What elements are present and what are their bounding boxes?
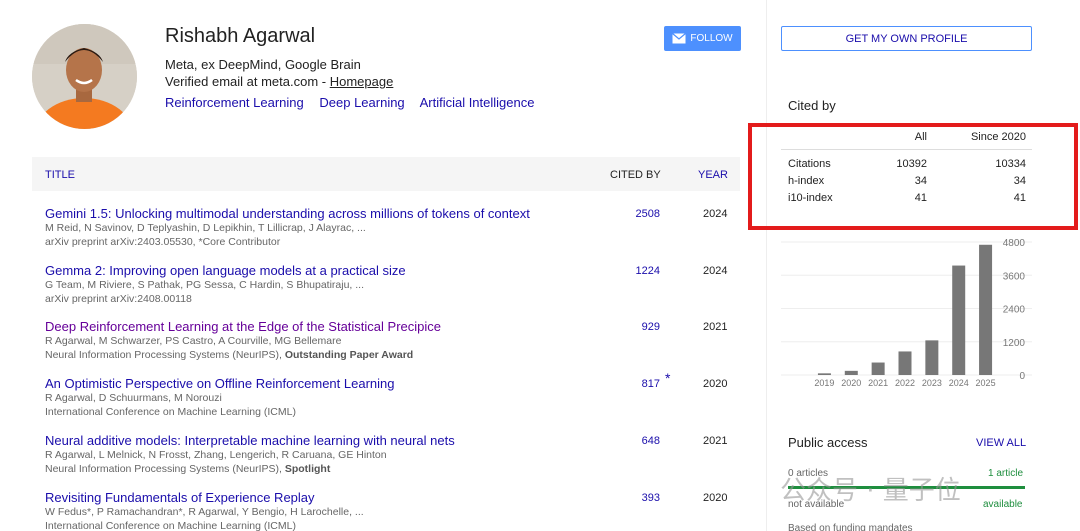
follow-button[interactable]: FOLLOW — [664, 26, 741, 51]
affiliation: Meta, ex DeepMind, Google Brain — [165, 57, 361, 72]
cited-count[interactable]: 648 — [620, 435, 660, 447]
table-row: Gemini 1.5: Unlocking multimodal underst… — [45, 206, 740, 262]
public-access-title: Public access — [788, 435, 868, 450]
y-tick-label: 4800 — [1003, 238, 1026, 249]
x-tick-label: 2020 — [841, 378, 861, 388]
citations-per-year-chart: 4800 3600 2400 1200 0 2019 2020 2021 2022 2023 202… — [781, 238, 1032, 388]
chart-bar[interactable] — [898, 351, 912, 375]
cited-count[interactable]: 1224 — [620, 265, 660, 277]
research-interests: Reinforcement Learning Deep Learning Art… — [165, 95, 546, 110]
follow-label: FOLLOW — [690, 33, 733, 44]
chart-bar[interactable] — [871, 362, 885, 375]
article-venue: International Conference on Machine Lear… — [45, 406, 296, 418]
avatar — [32, 24, 137, 129]
y-tick-label: 3600 — [1003, 271, 1026, 282]
table-row: Revisiting Fundamentals of Experience Re… — [45, 490, 740, 531]
article-year: 2020 — [703, 492, 728, 504]
chart-bar[interactable] — [817, 373, 831, 375]
mail-icon — [672, 33, 687, 44]
profile-name: Rishabh Agarwal — [165, 25, 316, 47]
article-authors: R Agarwal, M Schwarzer, PS Castro, A Cou… — [45, 335, 342, 347]
article-year: 2024 — [703, 208, 728, 220]
view-all-link[interactable]: VIEW ALL — [976, 437, 1026, 449]
article-authors: M Reid, N Savinov, D Teplyashin, D Lepik… — [45, 222, 366, 234]
award-badge: Outstanding Paper Award — [284, 349, 414, 361]
x-tick-label: 2025 — [976, 378, 996, 388]
available-count[interactable]: 1 article — [988, 468, 1023, 479]
article-venue: arXiv preprint arXiv:2408.00118 — [45, 293, 192, 305]
venue-text: Neural Information Processing Systems (N… — [45, 463, 285, 475]
article-venue: Neural Information Processing Systems (N… — [45, 348, 740, 362]
x-tick-label: 2021 — [868, 378, 888, 388]
x-tick-label: 2019 — [814, 378, 834, 388]
year-column-header[interactable]: YEAR — [698, 169, 728, 181]
watermark: 公众号 · 量子位 — [780, 476, 961, 506]
table-row: Neural additive models: Interpretable ma… — [45, 433, 740, 489]
merged-citations-star[interactable]: * — [665, 370, 670, 386]
cited-count[interactable]: 2508 — [620, 208, 660, 220]
article-year: 2024 — [703, 265, 728, 277]
chart-bar[interactable] — [925, 340, 939, 375]
available-label: available — [983, 499, 1023, 510]
table-row: An Optimistic Perspective on Offline Rei… — [45, 370, 740, 432]
venue-text: Neural Information Processing Systems (N… — [45, 349, 285, 361]
chart-bar[interactable] — [979, 244, 993, 375]
article-venue: International Conference on Machine Lear… — [45, 520, 296, 531]
title-column-header[interactable]: TITLE — [45, 169, 75, 181]
article-venue: Neural Information Processing Systems (N… — [45, 462, 740, 476]
article-venue: arXiv preprint arXiv:2403.05530, *Core C… — [45, 236, 281, 248]
award-badge: Spotlight — [284, 463, 331, 475]
article-authors: R Agarwal, L Melnick, N Frosst, Zhang, L… — [45, 449, 387, 461]
articles-table-header: TITLE CITED BY YEAR — [32, 157, 740, 191]
article-authors: W Fedus*, P Ramachandran*, R Agarwal, Y … — [45, 506, 364, 518]
article-year: 2021 — [703, 321, 728, 333]
table-row: Deep Reinforcement Learning at the Edge … — [45, 319, 740, 375]
y-tick-label: 2400 — [1003, 305, 1026, 316]
highlight-box — [748, 123, 1078, 230]
cited-by-title: Cited by — [788, 98, 836, 113]
funding-mandates-text: Based on funding mandates — [788, 523, 913, 531]
cited-by-column-header[interactable]: CITED BY — [610, 169, 661, 181]
interest-link[interactable]: Deep Learning — [319, 95, 404, 110]
article-authors: R Agarwal, D Schuurmans, M Norouzi — [45, 392, 222, 404]
get-own-profile-button[interactable]: GET MY OWN PROFILE — [781, 26, 1032, 51]
verified-email: Verified email at meta.com - Homepage — [165, 74, 393, 89]
verified-email-text: Verified email at meta.com - — [165, 74, 330, 89]
x-tick-label: 2023 — [922, 378, 942, 388]
article-year: 2021 — [703, 435, 728, 447]
interest-link[interactable]: Reinforcement Learning — [165, 95, 304, 110]
table-row: Gemma 2: Improving open language models … — [45, 263, 740, 319]
x-tick-label: 2024 — [949, 378, 969, 388]
homepage-link[interactable]: Homepage — [330, 74, 394, 89]
cited-count[interactable]: 929 — [620, 321, 660, 333]
article-authors: G Team, M Riviere, S Pathak, PG Sessa, C… — [45, 279, 365, 291]
chart-bar[interactable] — [952, 265, 966, 375]
cited-count[interactable]: 817 — [620, 378, 660, 390]
x-tick-label: 2022 — [895, 378, 915, 388]
cited-count[interactable]: 393 — [620, 492, 660, 504]
y-tick-label: 0 — [1019, 371, 1025, 382]
interest-link[interactable]: Artificial Intelligence — [420, 95, 535, 110]
chart-bar[interactable] — [844, 370, 858, 375]
y-tick-label: 1200 — [1003, 338, 1026, 349]
sidebar-divider — [766, 0, 767, 531]
article-year: 2020 — [703, 378, 728, 390]
